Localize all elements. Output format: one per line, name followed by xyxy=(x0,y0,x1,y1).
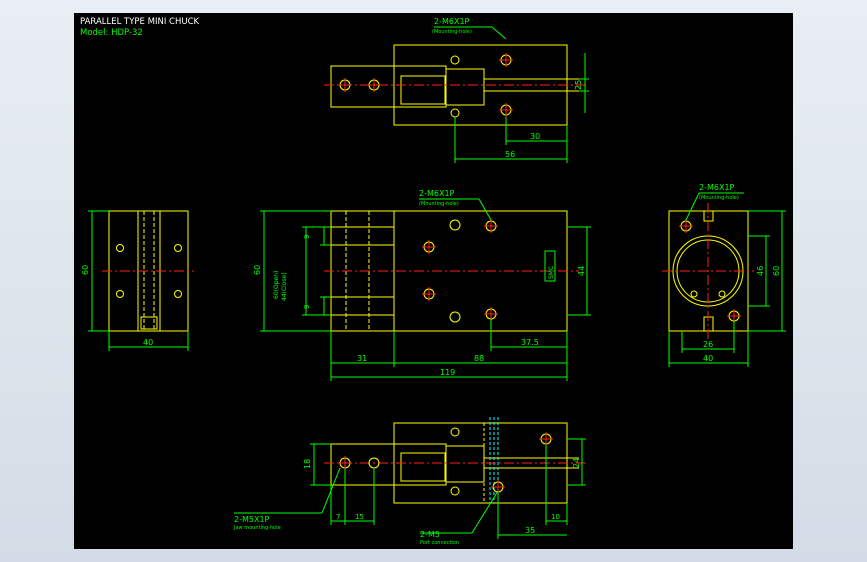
right-dim-inner: 46 xyxy=(756,266,765,276)
front-dim-body-length: 88 xyxy=(474,354,484,363)
top-view: 2-M6X1P (Mounting-hole) 25 30 56 xyxy=(324,17,589,163)
top-callout-note: (Mounting-hole) xyxy=(432,29,472,35)
front-dim-close: 44(Close) xyxy=(281,272,288,301)
top-jaw-block xyxy=(330,65,447,108)
title-block: PARALLEL TYPE MINI CHUCK Model: HDP-32 xyxy=(80,17,200,38)
front-jaw-upper xyxy=(330,226,395,246)
bottom-callout-left: 2-M5X1P xyxy=(234,515,270,524)
front-callout: 2-M6X1P xyxy=(419,189,455,198)
top-dim-offset: 30 xyxy=(530,132,540,141)
bottom-jaw-block xyxy=(330,443,447,486)
bottom-dim-port-offset: 35 xyxy=(525,526,535,535)
top-dimensions xyxy=(434,26,589,163)
front-dim-gap-bottom: 9 xyxy=(303,305,311,309)
front-dim-total: 119 xyxy=(440,368,455,377)
right-view: 2-M6X1P (Mounting-hole) 46 60 26 40 xyxy=(662,183,786,367)
left-dim-height: 60 xyxy=(81,265,90,275)
drawing-canvas: PARALLEL TYPE MINI CHUCK Model: HDP-32 2… xyxy=(74,13,793,549)
bottom-dim-body: 24 xyxy=(572,458,581,468)
front-callout-note: (Mounting-hole) xyxy=(419,201,459,207)
bottom-dim-height: 18 xyxy=(303,459,312,469)
drawing-title: PARALLEL TYPE MINI CHUCK xyxy=(80,17,200,27)
front-dim-gap-top: 9 xyxy=(303,235,311,239)
top-dim-height: 25 xyxy=(574,80,583,90)
front-jaw-lower xyxy=(330,296,395,316)
bottom-callout-port-note: Port connection xyxy=(420,540,459,546)
bottom-callout-left-note: Jaw mounting-hole xyxy=(233,525,281,531)
front-dim-body-height: 44 xyxy=(577,266,586,276)
right-dim-height: 60 xyxy=(772,266,781,276)
left-dim-width: 40 xyxy=(143,338,153,347)
right-dimensions xyxy=(668,192,786,367)
viewer-frame: PARALLEL TYPE MINI CHUCK Model: HDP-32 2… xyxy=(0,0,867,562)
right-dim-width: 40 xyxy=(703,354,713,363)
bottom-dim-first: 7 xyxy=(336,513,340,521)
front-dim-open: 60(Open) xyxy=(273,271,280,299)
top-holes xyxy=(339,54,512,118)
bottom-view: 18 24 7 15 10 35 2-M5X1P Jaw mounting-ho… xyxy=(233,417,586,546)
bottom-callout-port: 2-M5 xyxy=(420,530,440,539)
top-hole-5 xyxy=(450,55,460,65)
top-callout: 2-M6X1P xyxy=(434,17,470,26)
top-piston xyxy=(445,68,485,106)
front-view: SMC 2-M6X1P (Mounting-hole) 60 60(Open) … xyxy=(253,189,591,381)
front-dim-height: 60 xyxy=(253,265,262,275)
bottom-dim-right: 10 xyxy=(551,513,560,521)
right-callout: 2-M6X1P xyxy=(699,183,735,192)
top-dim-length: 56 xyxy=(505,150,515,159)
bottom-dim-second: 15 xyxy=(355,513,364,521)
front-hole-centers xyxy=(422,219,498,321)
front-dim-jaw-length: 31 xyxy=(357,354,367,363)
top-hole-6 xyxy=(450,108,460,118)
model-label: Model: HDP-32 xyxy=(80,28,143,38)
top-jaw-inner xyxy=(400,75,446,105)
bottom-dimensions xyxy=(234,438,586,539)
front-dim-hole-pitch: 37.5 xyxy=(521,338,539,347)
right-callout-note: (Mounting-hole) xyxy=(699,195,739,201)
cad-drawing: PARALLEL TYPE MINI CHUCK Model: HDP-32 2… xyxy=(80,17,786,546)
right-dim-pitch: 26 xyxy=(703,340,713,349)
front-label-text: SMC xyxy=(548,266,555,279)
left-view: 60 40 xyxy=(81,210,194,351)
